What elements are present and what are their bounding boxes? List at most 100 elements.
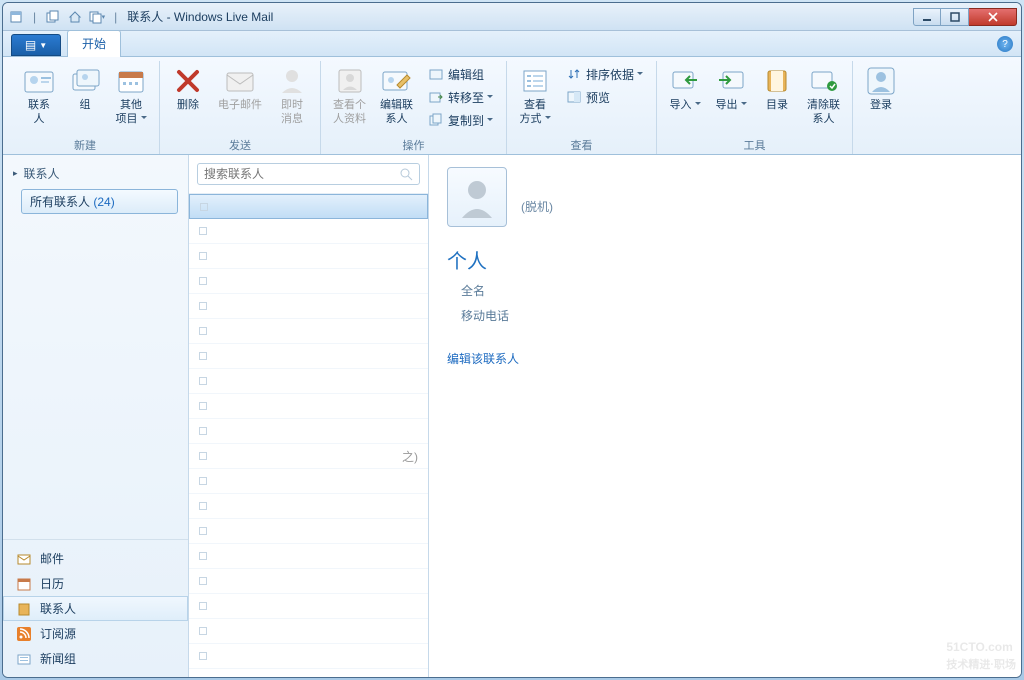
sortby-button[interactable]: 排序依据 [559, 63, 650, 85]
group-actions: 查看个 人资料 编辑联 系人 编辑组 转移至 复制到 操作 [321, 61, 507, 154]
status-square-icon [199, 452, 207, 460]
status-square-icon [199, 652, 207, 660]
search-icon [400, 168, 413, 181]
list-item[interactable] [189, 394, 428, 419]
list-item[interactable] [189, 569, 428, 594]
ribbon-tabstrip: ▤▼ 开始 ? [3, 31, 1021, 57]
list-item[interactable] [189, 544, 428, 569]
copyto-icon [428, 112, 444, 128]
qat-copy-icon[interactable] [44, 8, 62, 26]
status-square-icon [199, 552, 207, 560]
file-menu[interactable]: ▤▼ [11, 34, 61, 56]
status-square-icon [199, 227, 207, 235]
status-square-icon [199, 477, 207, 485]
moveto-button[interactable]: 转移至 [421, 86, 500, 108]
search-input[interactable] [204, 167, 400, 181]
preview-button[interactable]: 预览 [559, 86, 650, 108]
nav-contacts[interactable]: 联系人 [3, 596, 188, 621]
field-fullname-label: 全名 [461, 282, 1003, 299]
view-profile-button[interactable]: 查看个 人资料 [327, 61, 372, 135]
ribbon: 联系 人 组 其他 项目 新建 删除 电子邮件 即时 消息 发送 查看个 人资料… [3, 57, 1021, 155]
titlebar: | ▾ | 联系人 - Windows Live Mail [3, 3, 1021, 31]
edit-contact-link[interactable]: 编辑该联系人 [447, 350, 1003, 367]
close-button[interactable] [969, 8, 1017, 26]
sidebar-bottom-nav: 邮件 日历 联系人 订阅源 新闻组 [3, 539, 188, 677]
list-item[interactable] [189, 594, 428, 619]
tab-start[interactable]: 开始 [67, 30, 121, 57]
list-item[interactable] [189, 644, 428, 669]
list-item[interactable] [189, 244, 428, 269]
group-small-icon [428, 66, 444, 82]
minimize-button[interactable] [913, 8, 941, 26]
edit-group-button[interactable]: 编辑组 [421, 63, 500, 85]
qat-separator: | [33, 10, 36, 24]
export-button[interactable]: 导出 [709, 61, 753, 135]
list-item[interactable] [189, 369, 428, 394]
list-item[interactable] [189, 469, 428, 494]
login-button[interactable]: 登录 [859, 61, 903, 139]
mail-icon [16, 551, 32, 567]
list-item[interactable] [189, 619, 428, 644]
news-icon [16, 651, 32, 667]
list-item[interactable] [189, 669, 428, 677]
other-items-button[interactable]: 其他 项目 [109, 61, 153, 135]
sort-icon [566, 66, 582, 82]
search-box[interactable] [197, 163, 420, 185]
group-new: 联系 人 组 其他 项目 新建 [11, 61, 160, 154]
new-group-button[interactable]: 组 [63, 61, 107, 135]
status-square-icon [199, 377, 207, 385]
group-tools: 导入 导出 目录 清除联 系人 工具 [657, 61, 853, 154]
qat-home-icon[interactable] [66, 8, 84, 26]
status-square-icon [199, 527, 207, 535]
nav-mail[interactable]: 邮件 [3, 546, 188, 571]
calendar-icon [115, 65, 147, 97]
status-square-icon [199, 252, 207, 260]
cleanup-button[interactable]: 清除联 系人 [801, 61, 846, 135]
list-item[interactable]: 之) [189, 444, 428, 469]
copyto-button[interactable]: 复制到 [421, 109, 500, 131]
group-login: 登录 [853, 61, 909, 154]
directory-button[interactable]: 目录 [755, 61, 799, 135]
list-item[interactable] [189, 269, 428, 294]
nav-calendar[interactable]: 日历 [3, 571, 188, 596]
view-mode-button[interactable]: 查看 方式 [513, 61, 557, 135]
status-square-icon [199, 277, 207, 285]
list-item[interactable] [189, 519, 428, 544]
status-square-icon [199, 427, 207, 435]
qat-new-icon[interactable] [7, 8, 25, 26]
calendar-small-icon [16, 576, 32, 592]
list-item[interactable] [189, 494, 428, 519]
section-personal: 个人 [447, 245, 1003, 274]
list-item[interactable] [189, 219, 428, 244]
status-square-icon [199, 402, 207, 410]
qat-items-icon[interactable]: ▾ [88, 8, 106, 26]
email-button[interactable]: 电子邮件 [212, 61, 268, 135]
maximize-button[interactable] [941, 8, 969, 26]
contact-list[interactable]: 之) [189, 193, 428, 677]
status-square-icon [199, 327, 207, 335]
field-mobile-label: 移动电话 [461, 307, 1003, 324]
window-title: 联系人 - Windows Live Mail [127, 8, 273, 25]
delete-button[interactable]: 删除 [166, 61, 210, 135]
preview-icon [566, 89, 582, 105]
app-window: | ▾ | 联系人 - Windows Live Mail ▤▼ 开始 ? 联系… [2, 2, 1022, 678]
nav-newsgroups[interactable]: 新闻组 [3, 646, 188, 671]
import-button[interactable]: 导入 [663, 61, 707, 135]
edit-contact-button[interactable]: 编辑联 系人 [374, 61, 419, 135]
main-area: 联系人 所有联系人 (24) 邮件 日历 联系人 订阅源 新闻组 [3, 155, 1021, 677]
list-item[interactable] [189, 344, 428, 369]
list-item[interactable] [189, 294, 428, 319]
sidebar-item-all-contacts[interactable]: 所有联系人 (24) [21, 189, 178, 214]
list-item[interactable] [189, 419, 428, 444]
status-square-icon [200, 203, 208, 211]
rss-icon [16, 626, 32, 642]
im-button[interactable]: 即时 消息 [270, 61, 314, 135]
status-square-icon [199, 302, 207, 310]
list-item[interactable] [189, 194, 428, 219]
sidebar-header-contacts[interactable]: 联系人 [7, 161, 184, 186]
nav-feeds[interactable]: 订阅源 [3, 621, 188, 646]
new-contact-button[interactable]: 联系 人 [17, 61, 61, 135]
help-icon[interactable]: ? [997, 36, 1013, 52]
status-square-icon [199, 627, 207, 635]
list-item[interactable] [189, 319, 428, 344]
